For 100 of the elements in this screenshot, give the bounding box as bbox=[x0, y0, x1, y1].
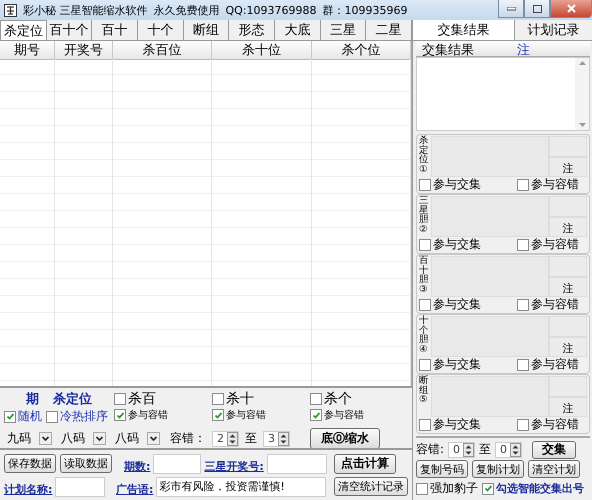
spinner-arrows-icon[interactable] bbox=[510, 442, 522, 457]
notice-text: 永久免费使用 bbox=[154, 2, 220, 18]
calculate-button[interactable]: 点击计算 bbox=[334, 454, 396, 474]
checkbox[interactable] bbox=[517, 178, 529, 190]
checkbox-label[interactable]: 参与容错 bbox=[531, 416, 579, 433]
maximize-button[interactable] bbox=[524, 0, 550, 18]
input-field[interactable] bbox=[55, 476, 106, 496]
field-label: 三星开奖号: bbox=[204, 458, 264, 474]
input-field[interactable] bbox=[266, 454, 327, 474]
dropdown[interactable]: 九码 bbox=[4, 430, 52, 446]
checkbox-label[interactable]: 参与交集 bbox=[433, 176, 481, 193]
checkbox[interactable] bbox=[114, 393, 126, 405]
checkbox[interactable] bbox=[419, 238, 431, 250]
checkbox-label[interactable]: 参与容错 bbox=[531, 296, 579, 313]
clear-plan-button[interactable]: 清空计划 bbox=[528, 460, 580, 478]
count-box bbox=[549, 316, 587, 336]
checkbox[interactable] bbox=[310, 393, 322, 405]
checkbox[interactable] bbox=[416, 482, 428, 495]
checkbox[interactable] bbox=[4, 410, 16, 422]
checkbox-label[interactable]: 杀百 bbox=[128, 390, 156, 408]
checkbox[interactable] bbox=[419, 298, 431, 310]
close-icon bbox=[566, 4, 576, 13]
checkbox[interactable] bbox=[212, 409, 224, 421]
checkbox[interactable] bbox=[517, 358, 529, 370]
spin-field[interactable]: 0 bbox=[495, 442, 522, 458]
shrink-button[interactable]: 底⓪缩水 bbox=[310, 428, 380, 449]
checkbox-label[interactable]: 冷热排序 bbox=[60, 408, 108, 425]
checkbox-label[interactable]: 参与容错 bbox=[324, 408, 364, 422]
column-header: 杀百位 bbox=[113, 41, 212, 60]
spin-field[interactable]: 0 bbox=[448, 442, 476, 458]
checkbox-label[interactable]: 参与交集 bbox=[433, 416, 481, 433]
dropdown[interactable]: 八码 bbox=[112, 430, 160, 446]
checkbox[interactable] bbox=[114, 409, 126, 421]
copy-plan-button[interactable]: 复制计划 bbox=[472, 460, 524, 478]
spinner-arrows-icon[interactable] bbox=[278, 432, 289, 446]
spinner-arrows-icon[interactable] bbox=[227, 432, 238, 446]
tolerance-label: 容错: bbox=[416, 441, 444, 458]
checkbox[interactable] bbox=[212, 393, 224, 405]
checkbox-label[interactable]: 杀个 bbox=[324, 390, 352, 408]
column-header: 杀十位 bbox=[212, 41, 312, 60]
checkbox[interactable] bbox=[46, 410, 58, 422]
to-label: 至 bbox=[479, 441, 492, 458]
spin-field[interactable]: 3 bbox=[263, 430, 290, 446]
checkbox[interactable] bbox=[419, 178, 431, 190]
input-field[interactable]: 彩市有风险，投资需谨慎! bbox=[156, 476, 326, 496]
save-button[interactable]: 保存数据 bbox=[4, 454, 56, 473]
app-logo-icon bbox=[4, 4, 17, 16]
checkbox[interactable] bbox=[419, 358, 431, 370]
window-title: 彩小秘 三星智能缩水软件 bbox=[23, 2, 148, 18]
checkbox-label[interactable]: 参与交集 bbox=[433, 356, 481, 373]
scroll-up-icon[interactable] bbox=[578, 61, 586, 65]
scroll-down-icon[interactable] bbox=[578, 123, 586, 127]
maximize-icon bbox=[532, 4, 542, 12]
checkbox-label[interactable]: 参与容错 bbox=[531, 356, 579, 373]
count-box: 注 bbox=[549, 276, 587, 297]
tab[interactable]: 三星 bbox=[320, 20, 366, 40]
checkbox-label[interactable]: 参与容错 bbox=[128, 408, 168, 422]
clear-records-button[interactable]: 清空统计记录 bbox=[334, 477, 408, 496]
checkbox[interactable] bbox=[517, 418, 529, 430]
column-header: 杀个位 bbox=[312, 41, 411, 60]
section-label: 断组⑤ bbox=[419, 376, 430, 407]
checkbox[interactable] bbox=[517, 298, 529, 310]
checkbox[interactable] bbox=[310, 409, 322, 421]
field-label: 计划名称: bbox=[4, 482, 52, 496]
count-box bbox=[549, 196, 587, 216]
position-label: 杀定位 bbox=[53, 390, 92, 408]
checkbox-label[interactable]: 参与交集 bbox=[433, 296, 481, 313]
scrollbar[interactable] bbox=[575, 58, 589, 130]
checkbox-label[interactable]: 杀十 bbox=[226, 390, 254, 408]
spin-field[interactable]: 2 bbox=[212, 430, 239, 446]
checkbox-label[interactable]: 随机 bbox=[18, 408, 42, 425]
close-button[interactable] bbox=[550, 0, 592, 18]
section-label: 百十胆③ bbox=[419, 256, 430, 296]
checkbox-label[interactable]: 参与交集 bbox=[433, 236, 481, 253]
checkbox-label[interactable]: 参与容错 bbox=[531, 176, 579, 193]
tab[interactable]: 交集结果 bbox=[412, 20, 514, 40]
checkbox-label[interactable]: 勾选智能交集出号 bbox=[496, 481, 584, 496]
section-label: 三星胆② bbox=[419, 196, 430, 236]
column-header: 注 bbox=[517, 42, 530, 56]
tolerance-label: 容错： bbox=[170, 430, 206, 447]
checkbox[interactable] bbox=[419, 418, 431, 430]
checkbox-label[interactable]: 强加豹子 bbox=[430, 480, 478, 498]
copy-numbers-button[interactable]: 复制号码 bbox=[416, 460, 468, 478]
checkbox[interactable] bbox=[482, 482, 494, 495]
count-box: 注 bbox=[549, 156, 587, 177]
tab[interactable]: 断组 bbox=[184, 20, 230, 40]
dropdown[interactable]: 八码 bbox=[58, 430, 106, 446]
load-button[interactable]: 读取数据 bbox=[60, 454, 112, 473]
minimize-button[interactable] bbox=[498, 0, 524, 18]
tab[interactable]: 计划记录 bbox=[514, 20, 592, 40]
count-box: 注 bbox=[549, 336, 587, 357]
input-field[interactable] bbox=[153, 454, 202, 474]
count-box: 注 bbox=[549, 396, 587, 417]
tab[interactable]: 杀定位 bbox=[0, 20, 47, 40]
checkbox-label[interactable]: 参与容错 bbox=[226, 408, 266, 422]
spinner-arrows-icon[interactable] bbox=[463, 442, 474, 457]
checkbox[interactable] bbox=[517, 238, 529, 250]
intersect-button[interactable]: 交集 bbox=[532, 440, 576, 459]
tab[interactable]: 百十个 bbox=[46, 20, 92, 40]
checkbox-label[interactable]: 参与容错 bbox=[531, 236, 579, 253]
